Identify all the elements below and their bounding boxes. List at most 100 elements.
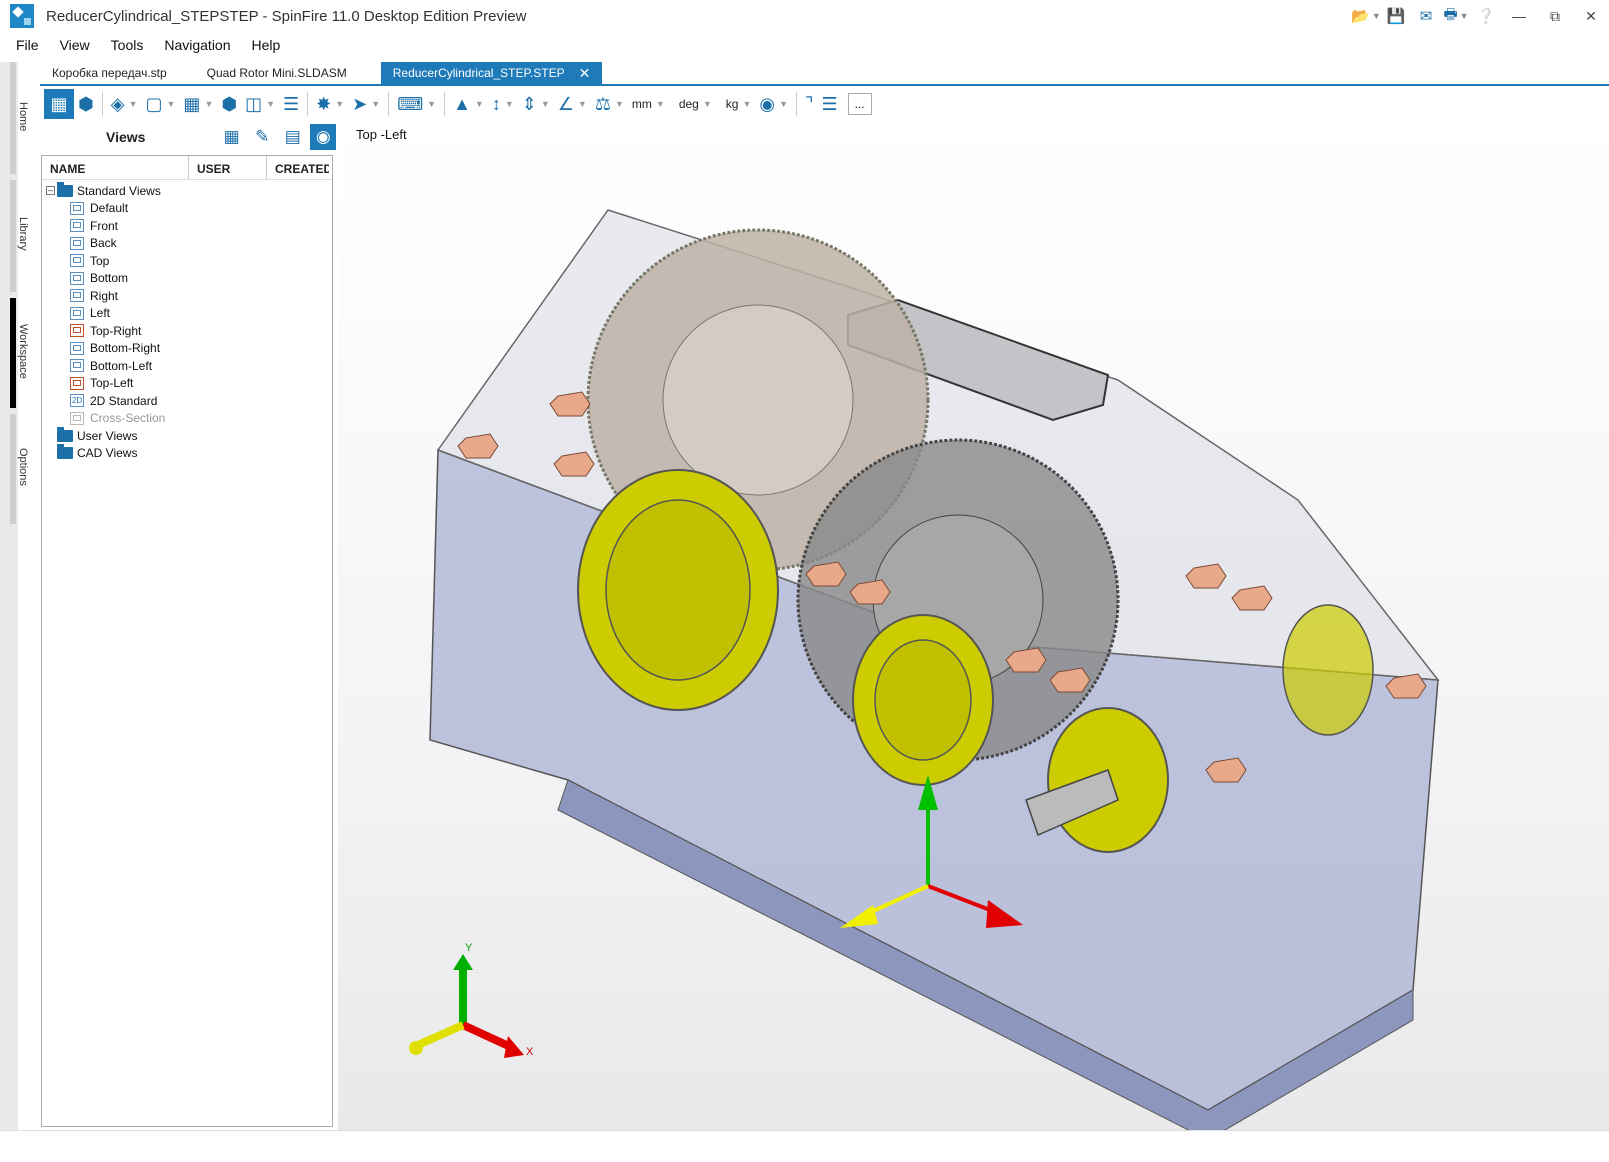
iso-view-icon [70,359,84,373]
transform-icon[interactable]: ➤ ▼ [348,89,384,119]
tab-quad-rotor[interactable]: Quad Rotor Mini.SLDASM [195,62,359,84]
paint-bucket-icon[interactable]: ◈ ▼ [107,89,142,119]
side-tab-workspace-label: Workspace [17,324,29,379]
3d-viewport[interactable]: Top -Left Y X [338,120,1609,1130]
column-created[interactable]: CREATED [267,156,329,179]
menu-view[interactable]: View [60,37,90,53]
tree-item-view-active[interactable]: Top-Left [42,375,332,393]
spinfire-logo-icon [10,4,34,28]
tab-reducer[interactable]: ReducerCylindrical_STEP.STEP ✕ [380,62,603,84]
triad-y-arrow [453,954,473,970]
shaded-cube-icon[interactable]: ⬢ [217,89,241,119]
side-tab-library-label: Library [17,217,29,251]
select-part-icon[interactable]: ⬢ [74,89,98,119]
mass-unit-label: kg [725,97,739,111]
tree-item-view[interactable]: Right [42,287,332,305]
tab-korobka[interactable]: Коробка передач.stp [40,62,179,84]
mail-icon[interactable]: ✉ [1411,0,1441,32]
tree-label: Top-Right [90,323,142,338]
menu-tools[interactable]: Tools [111,37,144,53]
tree-item-view[interactable]: Top [42,252,332,270]
grid-view-icon[interactable]: ▦ [219,124,245,150]
side-tab-workspace[interactable] [10,298,16,408]
views-tree: – Standard Views Default Front Back Top … [42,180,332,462]
help-icon[interactable]: ❔ [1471,0,1501,32]
close-tab-icon[interactable]: ✕ [579,65,591,82]
restore-button[interactable]: ⧉ [1537,0,1573,32]
tree-item-view[interactable]: Default [42,200,332,218]
cross-section-icon [70,411,84,425]
tree-item-view[interactable]: Front [42,217,332,235]
single-view-icon[interactable]: ▢ ▼ [141,89,179,119]
tree-item-view[interactable]: 2D 2D Standard [42,392,332,410]
triad-x-axis [461,1021,515,1052]
tree-folder-user-views[interactable]: User Views [42,426,332,445]
angle-unit-select[interactable]: deg ▼ [675,89,716,119]
tree-folder-standard-views[interactable]: – Standard Views [42,181,332,200]
present-view-icon[interactable]: ▤ [280,124,306,150]
title-bar: ReducerCylindrical_STEPSTEP - SpinFire 1… [0,0,1609,32]
iso-view-icon [70,376,84,390]
bearing-cover-left-inner [605,499,751,681]
side-tab-library[interactable] [10,180,16,292]
tree-folder-cad-views[interactable]: CAD Views [42,444,332,463]
folder-open-icon [57,181,73,197]
length-unit-select[interactable]: mm ▼ [628,89,669,119]
toolbar-divider [444,92,446,116]
triad-z-axis [416,1021,465,1049]
mass-properties-icon[interactable]: ⚖ ▼ [591,89,628,119]
menu-navigation[interactable]: Navigation [164,37,230,53]
toolbar-divider [796,92,798,116]
column-name[interactable]: NAME [42,156,189,179]
minimize-button[interactable]: — [1501,0,1537,32]
tree-item-view[interactable]: Top-Right [42,322,332,340]
mass-unit-select[interactable]: kg ▼ [722,89,756,119]
measure-radius-icon[interactable]: ⇕ ▼ [518,89,554,119]
view-icon [70,289,84,303]
menu-file[interactable]: File [16,37,39,53]
tree-label: 2D Standard [90,393,158,408]
side-tab-options[interactable] [10,414,16,524]
axis-triad-icon[interactable]: ⌝ [801,89,817,119]
measure-distance-icon[interactable]: ↕ ▼ [488,89,518,119]
more-button[interactable]: ... [847,93,872,115]
side-tab-options-label: Options [17,448,29,486]
tree-label: Standard Views [77,183,161,198]
tree-label: Bottom [90,271,129,286]
side-tab-home[interactable] [10,62,16,174]
column-user[interactable]: USER [189,156,267,179]
eye-icon[interactable]: ◉ [310,124,336,150]
annotation-icon[interactable]: ⌨ ▼ [393,89,440,119]
tree-item-view[interactable]: Bottom [42,270,332,288]
cylinder-icon[interactable]: ◫ ▼ [241,89,279,119]
save-icon[interactable]: 💾 [1381,0,1411,32]
open-icon[interactable]: 📂 ▼ [1351,0,1381,32]
edit-view-icon[interactable]: ✎ [249,124,275,150]
tree-item-view[interactable]: Bottom-Left [42,357,332,375]
close-button[interactable]: ✕ [1573,0,1609,32]
view-icon [70,271,84,285]
explode-icon[interactable]: ✸ ▼ [312,89,348,119]
tab-label: Quad Rotor Mini.SLDASM [206,66,347,80]
menu-help[interactable]: Help [252,37,281,53]
tree-label: Right [90,288,119,303]
tree-label: CAD Views [77,446,138,461]
list-icon[interactable]: ☰ [817,89,841,119]
tree-item-view[interactable]: Back [42,235,332,253]
color-palette-icon[interactable]: ◉ ▼ [755,89,792,119]
triad-x-arrow [504,1036,524,1058]
gear-reducer-model[interactable]: Y X [338,120,1609,1130]
tree-label: Bottom-Left [90,358,153,373]
tree-item-view[interactable]: Left [42,305,332,323]
measure-angle-icon[interactable]: ∠ ▼ [554,89,591,119]
tree-item-view[interactable]: Bottom-Right [42,340,332,358]
toolbar-divider [101,92,103,116]
folder-icon [57,444,73,460]
quad-view-icon[interactable]: ▦ ▼ [179,89,217,119]
status-bar [0,1130,1609,1162]
print-icon[interactable]: 🖶 ▼ [1441,0,1471,32]
select-assembly-icon[interactable]: ▦ [44,89,74,119]
layers-icon[interactable]: ☰ [279,89,303,119]
collapse-icon[interactable]: – [46,186,55,196]
measure-point-icon[interactable]: ▲ ▼ [449,89,488,119]
